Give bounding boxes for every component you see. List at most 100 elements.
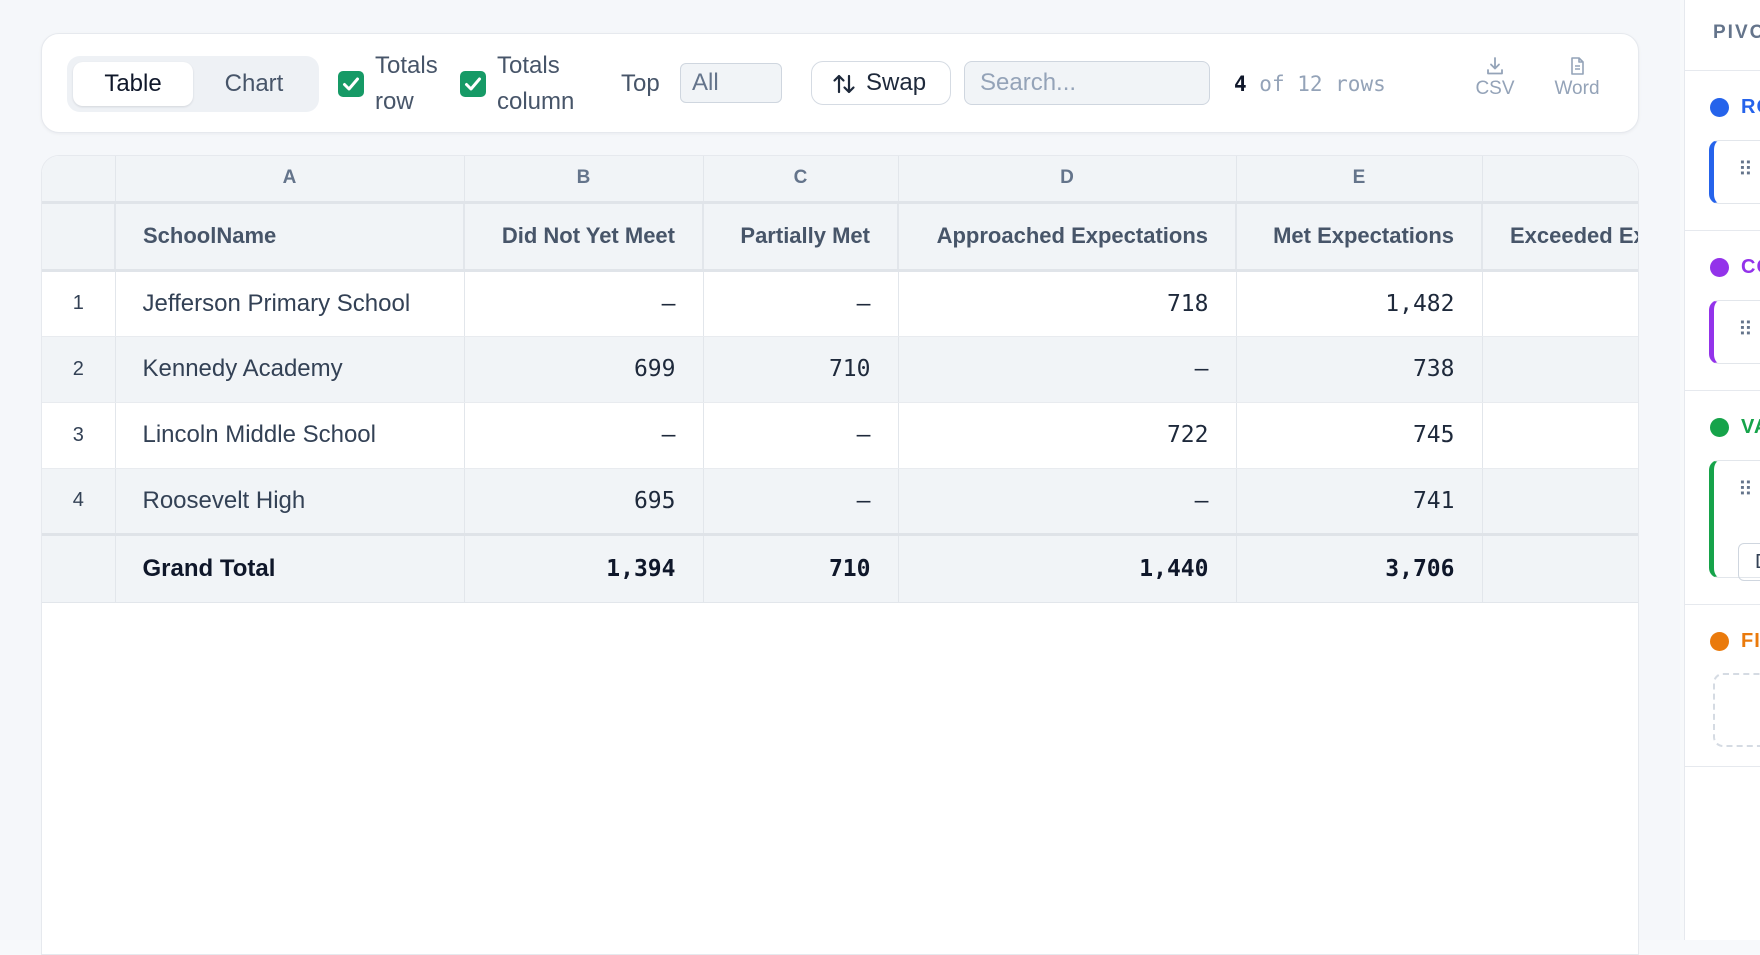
total-cell: 710 <box>703 532 899 603</box>
column-letter: E <box>1236 156 1483 204</box>
totals-column-label: Totals column <box>497 52 575 115</box>
table-cell: 738 <box>1236 336 1483 403</box>
table-cell: — <box>703 270 899 337</box>
divider <box>1685 390 1760 391</box>
values-section-label: VALUES <box>1741 416 1760 438</box>
columns-field-chip[interactable]: ⠿ <box>1709 300 1760 364</box>
row-number <box>42 532 116 603</box>
top-filter-label: Top <box>621 70 660 97</box>
swap-button-label: Swap <box>866 69 927 96</box>
column-header[interactable]: Exceeded Expectations <box>1482 202 1638 272</box>
column-header[interactable]: Met Expectations <box>1236 202 1483 272</box>
divider <box>1685 604 1760 605</box>
table-cell: — <box>703 402 899 469</box>
check-icon <box>343 77 359 91</box>
total-cell: 1,394 <box>464 532 704 603</box>
filters-drop-zone[interactable] <box>1713 673 1760 747</box>
row-number: 3 <box>42 402 116 469</box>
table-cell: — <box>464 402 704 469</box>
column-header[interactable]: Partially Met <box>703 202 899 272</box>
table-cell: — <box>464 270 704 337</box>
table-cell: Roosevelt High <box>115 468 465 535</box>
table-cell: 695 <box>464 468 704 535</box>
document-icon <box>1571 57 1584 75</box>
table-cell: 699 <box>464 336 704 403</box>
aggregation-select[interactable]: D <box>1738 543 1760 581</box>
totals-row-checkbox[interactable] <box>338 71 364 97</box>
top-filter-select[interactable]: All <box>680 63 782 103</box>
pivot-toolbar: Table Chart Totals row Totals column Top… <box>41 33 1639 133</box>
values-dot-icon <box>1710 418 1729 437</box>
column-letter: C <box>703 156 899 204</box>
column-header[interactable]: SchoolName <box>115 202 465 272</box>
table-cell: — <box>898 468 1237 535</box>
row-number: 1 <box>42 270 116 337</box>
table-row: 4 Roosevelt High 695 — — 741 <box>42 468 1638 535</box>
values-field-chip[interactable]: ⠿ D <box>1709 460 1760 581</box>
divider <box>1685 70 1760 71</box>
column-letter: D <box>898 156 1237 204</box>
divider <box>1685 766 1760 767</box>
column-letter: B <box>464 156 704 204</box>
table-cell: 722 <box>898 402 1237 469</box>
totals-row-label: Totals row <box>375 52 438 115</box>
totals-column-checkbox[interactable] <box>460 71 486 97</box>
column-header[interactable]: Approached Expectations <box>898 202 1237 272</box>
columns-section-label: COLUMNS <box>1741 256 1760 278</box>
table-row: 2 Kennedy Academy 699 710 — 738 <box>42 336 1638 403</box>
chart-view-button[interactable]: Chart <box>193 62 315 106</box>
table-cell: Jefferson Primary School <box>115 270 465 337</box>
search-input[interactable]: Search... <box>964 61 1210 105</box>
table-cell: — <box>703 468 899 535</box>
table-view-button[interactable]: Table <box>73 62 193 106</box>
table-cell <box>1482 336 1638 403</box>
drag-handle-icon[interactable]: ⠿ <box>1738 477 1753 502</box>
column-letter: A <box>115 156 465 204</box>
table-cell: 741 <box>1236 468 1483 535</box>
filters-dot-icon <box>1710 632 1729 651</box>
swap-button[interactable]: Swap <box>811 61 951 105</box>
drag-handle-icon[interactable]: ⠿ <box>1738 317 1753 342</box>
corner-cell <box>42 156 116 204</box>
table-row: 1 Jefferson Primary School — — 718 1,482 <box>42 270 1638 337</box>
header-row: SchoolName Did Not Yet Meet Partially Me… <box>42 202 1638 272</box>
table-cell: Lincoln Middle School <box>115 402 465 469</box>
grand-total-row: Grand Total 1,394 710 1,440 3,706 <box>42 532 1638 603</box>
row-number-header <box>42 202 116 272</box>
rows-section-label: ROWS <box>1741 96 1760 118</box>
table-cell <box>1482 270 1638 337</box>
table-cell <box>1482 402 1638 469</box>
pivot-main-area: Table Chart Totals row Totals column Top… <box>0 0 1680 955</box>
view-toggle: Table Chart <box>67 56 319 112</box>
drag-handle-icon[interactable]: ⠿ <box>1738 157 1753 182</box>
row-number: 2 <box>42 336 116 403</box>
total-cell: 3,706 <box>1236 532 1483 603</box>
table-cell: 710 <box>703 336 899 403</box>
column-header[interactable]: Did Not Yet Meet <box>464 202 704 272</box>
table-cell: Kennedy Academy <box>115 336 465 403</box>
columns-dot-icon <box>1710 258 1729 277</box>
download-icon <box>1487 57 1503 75</box>
panel-title: PIVOT <box>1713 22 1760 43</box>
check-icon <box>465 77 481 91</box>
rows-field-chip[interactable]: ⠿ <box>1709 140 1760 204</box>
row-number: 4 <box>42 468 116 535</box>
table-cell: 1,482 <box>1236 270 1483 337</box>
table-cell <box>1482 468 1638 535</box>
total-cell <box>1482 532 1638 603</box>
swap-arrows-icon <box>833 74 855 94</box>
pivot-config-panel: PIVOT ROWS ⠿ COLUMNS ⠿ VALUES ⠿ D FILTER… <box>1684 0 1760 940</box>
export-csv-button[interactable]: CSV <box>1460 56 1530 100</box>
filters-section-label: FILTERS <box>1741 630 1760 652</box>
total-cell: 1,440 <box>898 532 1237 603</box>
grand-total-label: Grand Total <box>115 532 465 603</box>
rows-dot-icon <box>1710 98 1729 117</box>
table-cell: 745 <box>1236 402 1483 469</box>
table-cell: 718 <box>898 270 1237 337</box>
export-word-button[interactable]: Word <box>1542 56 1612 100</box>
row-count: 4 of 12 rows <box>1234 72 1386 96</box>
table-row: 3 Lincoln Middle School — — 722 745 <box>42 402 1638 469</box>
pivot-table: A B C D E F SchoolName Did Not Yet Meet … <box>41 155 1639 955</box>
column-letter: F <box>1482 156 1638 204</box>
divider <box>1685 230 1760 231</box>
